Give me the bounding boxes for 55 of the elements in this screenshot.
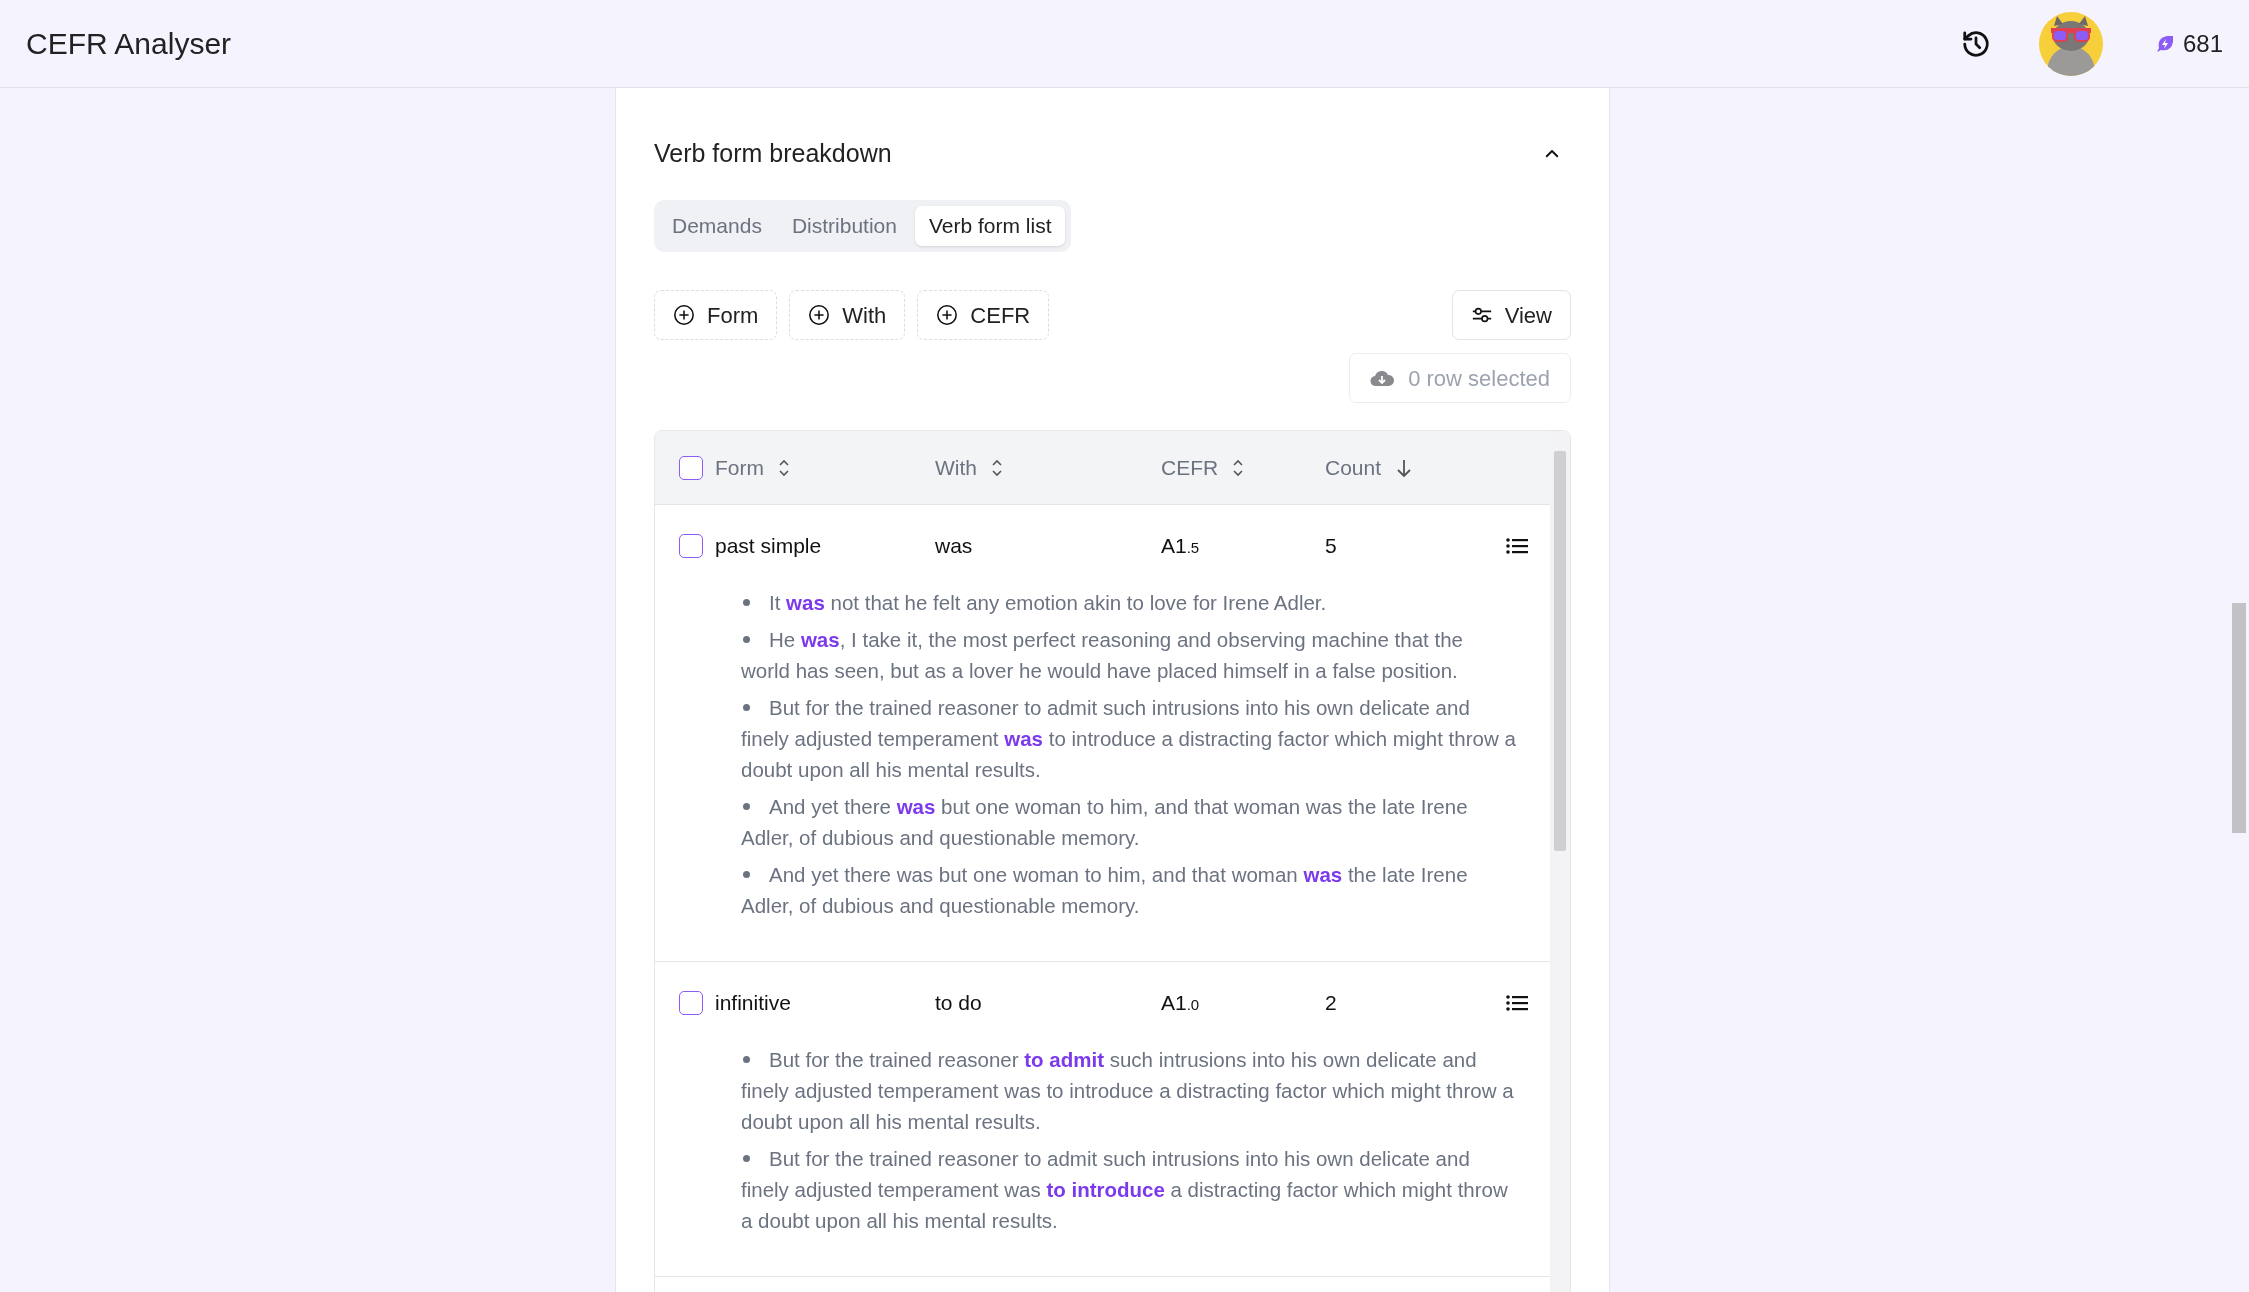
tab[interactable]: Distribution (779, 206, 909, 246)
table-cell: A1.5 (1161, 534, 1200, 558)
sort-icon[interactable] (1232, 458, 1245, 477)
filter-button[interactable]: With (789, 290, 906, 340)
plus-circle-icon (808, 304, 831, 326)
page-scrollbar-thumb[interactable] (2232, 603, 2246, 833)
column-header[interactable]: CEFR (1161, 451, 1219, 484)
checkbox[interactable] (679, 991, 703, 1015)
list-icon[interactable] (1506, 537, 1528, 555)
avatar-icon[interactable] (2038, 11, 2103, 76)
bullet-icon (743, 1056, 750, 1063)
cloud-download-icon (1370, 369, 1395, 387)
bullet-icon (743, 803, 750, 810)
section-title: Verb form breakdown (654, 138, 892, 170)
table-cell: A1.0 (1161, 991, 1200, 1015)
example-sentence: And yet there was but one woman to him, and that woman was the late Irene Adler, of dubious and questionable memory. (741, 862, 1469, 919)
column-header[interactable]: With (935, 451, 977, 484)
plus-circle-icon (936, 304, 959, 326)
bolt-leaf-icon (2154, 33, 2175, 54)
bullet-icon (743, 1155, 750, 1162)
list-icon[interactable] (1506, 994, 1528, 1012)
tab[interactable]: Verb form list (914, 206, 1066, 246)
plus-circle-icon (673, 304, 695, 326)
checkbox[interactable] (679, 455, 703, 480)
table-cell: infinitive (715, 991, 791, 1015)
scrollbar-thumb[interactable] (1554, 451, 1566, 851)
view-button[interactable]: View (1451, 290, 1571, 340)
history-icon[interactable] (1960, 28, 1991, 59)
example-sentence: But for the trained reasoner to admit such intrusions into his own delicate and finely adjusted temperament was to introduce a distracting factor which might throw a doubt upon all his mental results. (741, 1047, 1515, 1135)
table-cell: 5 (1325, 534, 1337, 558)
column-header[interactable]: Form (715, 451, 764, 484)
sort-icon[interactable] (991, 458, 1003, 477)
tab[interactable]: Demands (660, 206, 774, 246)
table-cell: was (935, 534, 973, 558)
credit-count: 681 (2182, 28, 2223, 59)
sort-icon[interactable] (778, 458, 790, 477)
bullet-icon (743, 636, 750, 643)
sliders-icon (1470, 305, 1493, 325)
filter-button[interactable]: Form (654, 290, 778, 340)
table-cell: 2 (1325, 991, 1337, 1015)
table-cell: to do (935, 991, 982, 1015)
example-sentence: But for the trained reasoner to admit such intrusions into his own delicate and finely adjusted temperament was to introduce a distracting factor which might throw a doubt upon all his mental results. (741, 695, 1516, 783)
example-sentence: He was, I take it, the most perfect reasoning and observing machine that the world has seen, but as a lover he would have placed himself in a false position. (741, 627, 1464, 684)
checkbox[interactable] (679, 534, 703, 558)
bullet-icon (743, 704, 750, 711)
example-sentence: And yet there was but one woman to him, and that woman was the late Irene Adler, of dubious and questionable memory. (741, 794, 1469, 851)
example-sentence: But for the trained reasoner to admit such intrusions into his own delicate and finely adjusted temperament was to introduce a distracting factor which might throw a doubt upon all his mental results. (741, 1146, 1509, 1234)
filter-button[interactable]: CEFR (917, 290, 1050, 340)
table-cell: past simple (715, 534, 822, 558)
app-title: CEFR Analyser (26, 26, 232, 62)
column-header[interactable]: Count (1325, 451, 1382, 484)
arrow-down-icon[interactable] (1395, 457, 1414, 478)
bullet-icon (743, 599, 750, 606)
bullet-icon (743, 871, 750, 878)
example-sentence: It was not that he felt any emotion akin to love for Irene Adler. (741, 587, 1516, 618)
